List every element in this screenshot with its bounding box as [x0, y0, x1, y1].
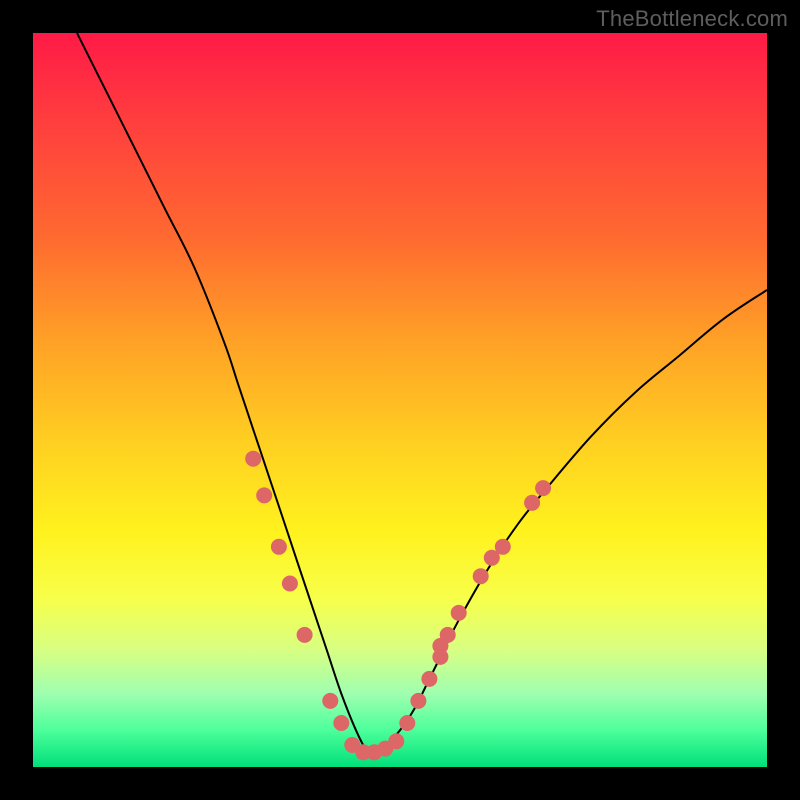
data-dot — [440, 627, 456, 643]
data-dot — [410, 693, 426, 709]
curve-svg — [33, 33, 767, 767]
data-dot — [256, 487, 272, 503]
data-dot — [297, 627, 313, 643]
chart-frame: TheBottleneck.com — [0, 0, 800, 800]
left-curve — [77, 33, 367, 752]
watermark-text: TheBottleneck.com — [596, 6, 788, 32]
data-dot — [282, 576, 298, 592]
data-dot — [399, 715, 415, 731]
data-dot — [333, 715, 349, 731]
data-dot — [451, 605, 467, 621]
dot-group — [245, 451, 551, 761]
data-dot — [388, 733, 404, 749]
data-dot — [495, 539, 511, 555]
data-dot — [271, 539, 287, 555]
data-dot — [524, 495, 540, 511]
plot-area — [33, 33, 767, 767]
data-dot — [322, 693, 338, 709]
data-dot — [245, 451, 261, 467]
data-dot — [535, 480, 551, 496]
data-dot — [421, 671, 437, 687]
data-dot — [473, 568, 489, 584]
